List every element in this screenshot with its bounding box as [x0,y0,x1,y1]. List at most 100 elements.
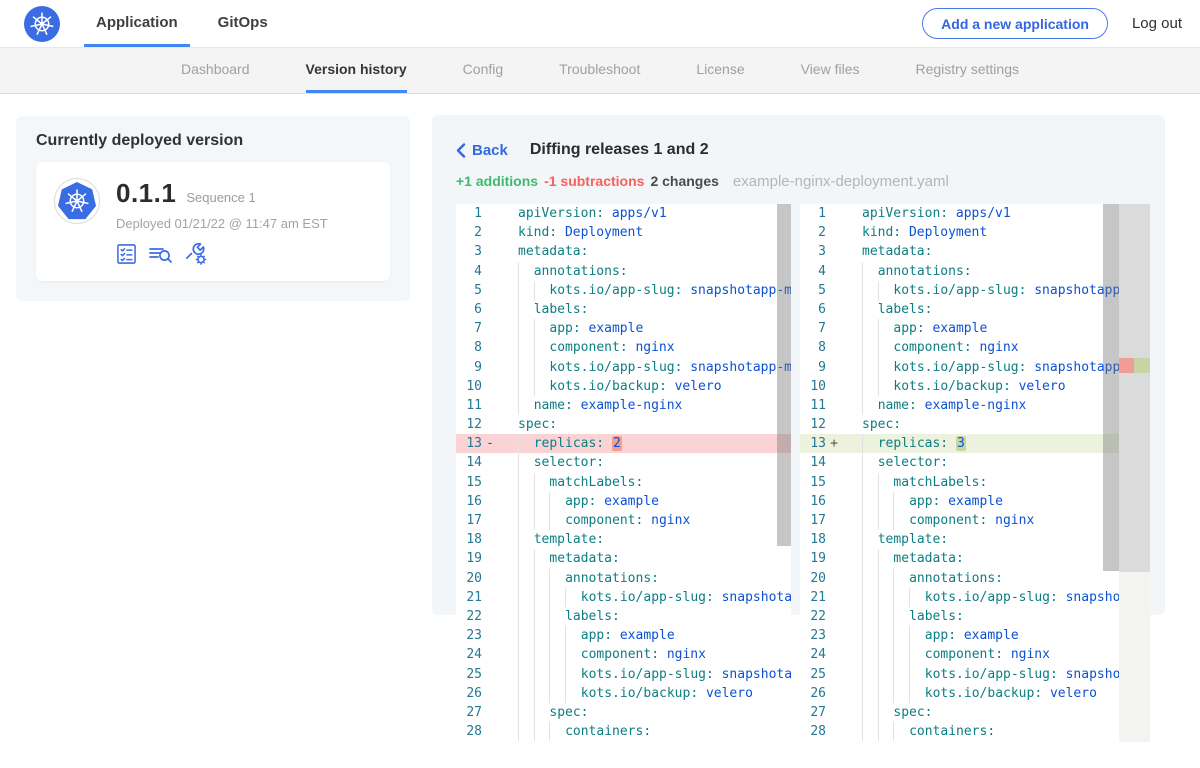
diff-sign [826,281,842,300]
app-icon [54,178,100,224]
yaml-key: apiVersion: [862,206,948,221]
diff-line: 14selector: [456,453,791,472]
diff-line: 25kots.io/app-slug:snapshotap [800,665,1150,684]
line-number: 4 [456,262,482,281]
scrollbar-thumb[interactable] [1103,204,1119,571]
line-number: 2 [800,223,826,242]
diff-stats: +1 additions -1 subtractions 2 changes e… [456,173,1150,190]
scrollbar-thumb[interactable] [777,204,791,546]
preflight-checklist-icon[interactable] [116,243,137,265]
diff-sign [482,473,498,492]
diff-sign [482,607,498,626]
yaml-key: spec: [862,417,901,432]
code-text: kots.io/app-slug:snapshotap [842,588,1150,607]
yaml-key: spec: [549,705,588,720]
code-text: kots.io/app-slug:snapshotap [842,665,1150,684]
line-number: 26 [800,684,826,703]
yaml-key: labels: [878,302,933,317]
yaml-value: velero [1050,686,1097,701]
yaml-key: labels: [565,609,620,624]
line-number: 23 [456,626,482,645]
yaml-key: selector: [878,455,948,470]
indent-guide [534,549,550,568]
line-number: 1 [456,204,482,223]
indent-guide [878,358,894,377]
yaml-key: replicas: [878,436,948,451]
indent-guide [862,569,878,588]
line-number: 14 [456,453,482,472]
diff-sign [826,703,842,722]
indent-guide [862,626,878,645]
line-number: 13 [800,434,826,453]
yaml-value: nginx [1011,647,1050,662]
diff-sign [826,453,842,472]
subnav-item-registry-settings[interactable]: Registry settings [916,48,1019,93]
yaml-key: matchLabels: [549,475,643,490]
indent-guide [862,473,878,492]
diff-sign [826,492,842,511]
indent-guide [878,549,894,568]
code-text: kots.io/app-slug:snapshotap [498,665,791,684]
indent-guide [534,569,550,588]
kubernetes-wheel-icon [64,188,90,214]
add-application-button[interactable]: Add a new application [922,8,1108,39]
subnav-item-view-files[interactable]: View files [801,48,860,93]
code-text: matchLabels: [498,473,791,492]
code-text: app:example [498,319,791,338]
indent-guide [893,607,909,626]
back-button[interactable]: Back [456,142,508,159]
code-text: kots.io/backup:velero [498,377,791,396]
primary-tab-gitops[interactable]: GitOps [206,0,280,47]
yaml-key: metadata: [862,244,932,259]
indent-guide [534,588,550,607]
line-number: 8 [456,338,482,357]
back-label: Back [472,142,508,159]
subnav-item-version-history[interactable]: Version history [306,48,407,93]
line-number: 12 [800,415,826,434]
line-number: 28 [800,722,826,741]
diff-pane-original[interactable]: 1apiVersion:apps/v12kind:Deployment3meta… [456,204,791,742]
yaml-value: 2 [612,436,622,451]
subnav-item-dashboard[interactable]: Dashboard [181,48,250,93]
yaml-value: 3 [956,436,966,451]
yaml-value: apps/v1 [612,206,667,221]
code-text: component:nginx [498,338,791,357]
indent-guide [534,338,550,357]
line-number: 24 [800,645,826,664]
indent-guide [518,434,534,453]
diff-sign [826,588,842,607]
diff-line: 1apiVersion:apps/v1 [456,204,791,223]
subnav-item-config[interactable]: Config [463,48,503,93]
primary-tabs: Application GitOps [84,0,296,47]
line-number: 7 [456,319,482,338]
yaml-key: kind: [862,225,901,240]
line-number: 3 [456,242,482,261]
edit-config-icon[interactable] [184,242,208,265]
diff-sign [482,684,498,703]
diff-line: 18template: [456,530,791,549]
yaml-key: annotations: [909,571,1003,586]
yaml-key: kind: [518,225,557,240]
indent-guide [862,588,878,607]
deploy-logs-icon[interactable] [148,243,173,265]
indent-guide [878,338,894,357]
diff-sign [826,607,842,626]
diff-sign [482,511,498,530]
logout-button[interactable]: Log out [1132,15,1182,32]
primary-tab-application[interactable]: Application [84,0,190,47]
code-text: metadata: [498,242,791,261]
diff-line: 2kind:Deployment [800,223,1150,242]
subnav-item-license[interactable]: License [696,48,744,93]
diff-sign [826,473,842,492]
indent-guide [862,549,878,568]
code-text: replicas:2 [498,434,791,453]
diff-sign [826,377,842,396]
yaml-key: spec: [893,705,932,720]
indent-guide [862,377,878,396]
diff-sign [482,665,498,684]
subnav-item-troubleshoot[interactable]: Troubleshoot [559,48,640,93]
diff-sign: + [826,434,842,453]
line-number: 20 [800,569,826,588]
diff-pane-modified[interactable]: 1apiVersion:apps/v12kind:Deployment3meta… [800,204,1150,742]
yaml-key: component: [565,513,643,528]
